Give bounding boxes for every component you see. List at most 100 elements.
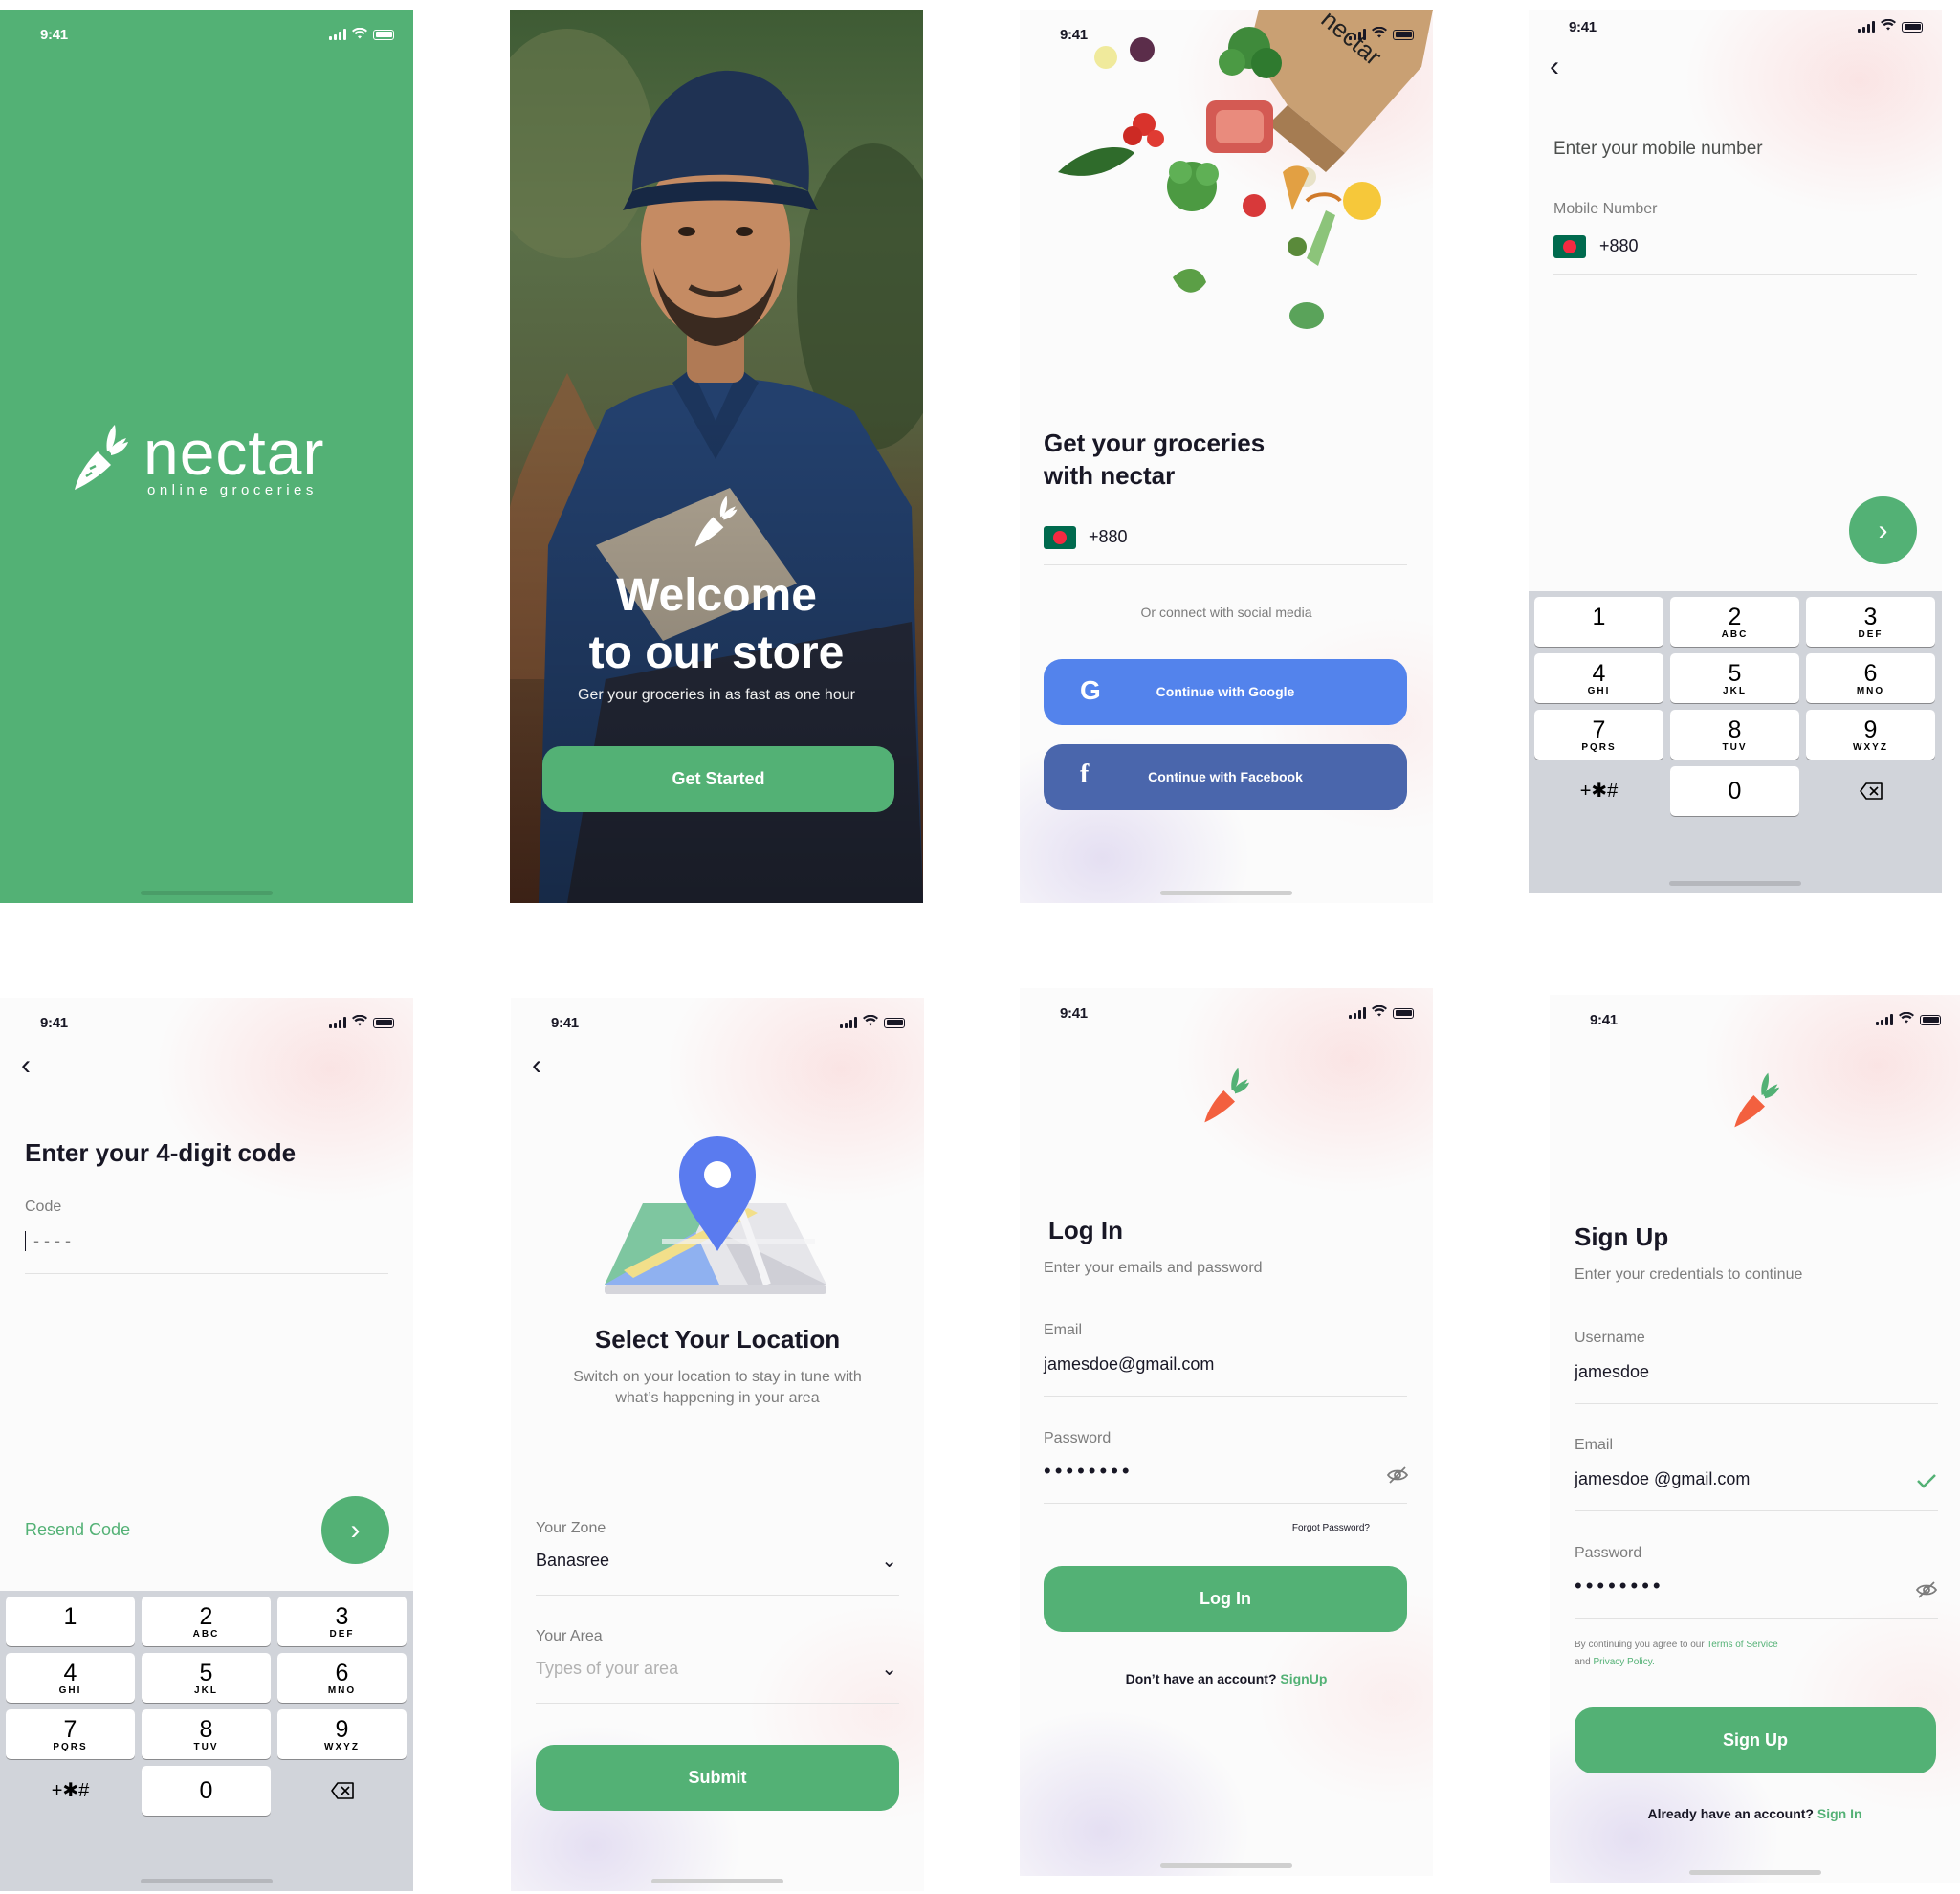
- home-indicator: [141, 891, 273, 895]
- wifi-icon: [1899, 1011, 1914, 1028]
- country-code[interactable]: +880: [1089, 527, 1128, 547]
- signin-screen: nectar 9:41 Get your groceries with nect…: [1020, 10, 1433, 903]
- terms-link[interactable]: Terms of Service: [1707, 1640, 1777, 1650]
- zone-select[interactable]: Banasree ⌄: [536, 1551, 899, 1585]
- email-input[interactable]: jamesdoe@gmail.com: [1044, 1354, 1214, 1375]
- keypad-key-8[interactable]: 8 TUV: [142, 1709, 271, 1759]
- phone-underline: [1044, 564, 1407, 565]
- battery-icon: [1393, 29, 1414, 40]
- keypad-symbols-key[interactable]: +✱#: [6, 1766, 135, 1816]
- keypad-key-9[interactable]: 9 WXYZ: [1806, 710, 1935, 760]
- login-subtitle: Enter your emails and password: [1044, 1260, 1263, 1276]
- google-button[interactable]: G Continue with Google: [1044, 659, 1407, 725]
- signup-password-underline: [1575, 1618, 1938, 1619]
- login-button[interactable]: Log In: [1044, 1566, 1407, 1632]
- keypad-key-2[interactable]: 2 ABC: [1670, 597, 1799, 647]
- keypad-key-2[interactable]: 2 ABC: [142, 1597, 271, 1646]
- password-label: Password: [1044, 1430, 1112, 1446]
- welcome-screen: Welcome to our store Ger your groceries …: [510, 10, 923, 903]
- welcome-title-line2: to our store: [588, 628, 845, 678]
- login-title: Log In: [1048, 1216, 1123, 1244]
- status-bar: 9:41: [1020, 988, 1433, 1030]
- keypad-key-3[interactable]: 3 DEF: [1806, 597, 1935, 647]
- eye-off-icon[interactable]: [1915, 1581, 1938, 1603]
- check-icon: [1916, 1473, 1937, 1493]
- signin-link[interactable]: Sign In: [1817, 1806, 1862, 1821]
- keypad-key-1[interactable]: 1: [6, 1597, 135, 1646]
- keypad-key-6[interactable]: 6 MNO: [277, 1653, 407, 1703]
- wifi-icon: [352, 27, 367, 41]
- back-chevron-icon[interactable]: ‹: [1550, 53, 1559, 81]
- signal-icon: [1349, 29, 1366, 40]
- facebook-button[interactable]: f Continue with Facebook: [1044, 744, 1407, 810]
- back-chevron-icon[interactable]: ‹: [21, 1051, 31, 1080]
- resend-code-link[interactable]: Resend Code: [25, 1520, 130, 1540]
- location-title: Select Your Location: [594, 1325, 841, 1354]
- keypad-key-7[interactable]: 7 PQRS: [6, 1709, 135, 1759]
- keypad-key-0[interactable]: 0: [1670, 766, 1799, 816]
- mobile-input[interactable]: +880: [1599, 236, 1641, 256]
- chevron-down-icon: ⌄: [881, 1659, 897, 1680]
- forgot-password-link[interactable]: Forgot Password?: [1292, 1523, 1370, 1533]
- battery-icon: [1920, 1014, 1941, 1025]
- carrot-logo-icon: [1204, 1068, 1249, 1123]
- signup-prompt: Don’t have an account? SignUp: [1125, 1671, 1328, 1686]
- get-started-button[interactable]: Get Started: [542, 746, 894, 812]
- status-bar: 9:41: [0, 998, 413, 1040]
- submit-button[interactable]: Submit: [536, 1745, 899, 1811]
- keypad-key-9[interactable]: 9 WXYZ: [277, 1709, 407, 1759]
- signup-password-input[interactable]: ••••••••: [1575, 1574, 1664, 1598]
- area-select[interactable]: Types of your area ⌄: [536, 1659, 899, 1693]
- home-indicator: [141, 1879, 273, 1883]
- keypad-key-3[interactable]: 3 DEF: [277, 1597, 407, 1646]
- keypad-key-4[interactable]: 4 GHI: [1534, 653, 1663, 703]
- battery-icon: [373, 29, 394, 40]
- zone-label: Your Zone: [536, 1520, 606, 1536]
- signup-link[interactable]: SignUp: [1280, 1671, 1327, 1686]
- home-indicator: [1160, 891, 1292, 895]
- wifi-icon: [863, 1014, 878, 1031]
- keypad-key-7[interactable]: 7 PQRS: [1534, 710, 1663, 760]
- bangladesh-flag-icon[interactable]: [1553, 235, 1586, 258]
- signup-subtitle: Enter your credentials to continue: [1575, 1266, 1803, 1283]
- terms-text: By continuing you agree to our Terms of …: [1575, 1640, 1778, 1667]
- splash-screen: 9:41 nectar online groceries: [0, 10, 413, 903]
- mobile-field-label: Mobile Number: [1553, 201, 1658, 217]
- social-divider-text: Or connect with social media: [1140, 605, 1312, 620]
- keypad-key-5[interactable]: 5 JKL: [1670, 653, 1799, 703]
- code-title: Enter your 4-digit code: [25, 1138, 297, 1167]
- chevron-down-icon: ⌄: [881, 1551, 897, 1572]
- status-bar: 9:41: [511, 998, 924, 1040]
- keypad-key-1[interactable]: 1: [1534, 597, 1663, 647]
- code-field-label: Code: [25, 1199, 62, 1215]
- privacy-link[interactable]: Privacy Policy.: [1593, 1657, 1654, 1667]
- keypad-key-8[interactable]: 8 TUV: [1670, 710, 1799, 760]
- email-label: Email: [1044, 1322, 1083, 1338]
- signin-prompt: Already have an account? Sign In: [1647, 1806, 1862, 1821]
- code-input[interactable]: - - - -: [25, 1231, 71, 1251]
- signup-password-label: Password: [1575, 1545, 1642, 1561]
- login-screen: 9:41 Log In Enter your emails and passwo…: [1020, 988, 1433, 1876]
- numeric-keypad: 1 2 ABC 3 DEF 4 GHI 5 JKL 6 MNO 7 PQRS 8 TUV 9 WXYZ +✱# 0: [1529, 591, 1942, 893]
- keypad-key-6[interactable]: 6 MNO: [1806, 653, 1935, 703]
- wifi-icon: [1372, 1004, 1387, 1022]
- keypad-key-4[interactable]: 4 GHI: [6, 1653, 135, 1703]
- backspace-icon[interactable]: [277, 1766, 407, 1816]
- back-chevron-icon[interactable]: ‹: [532, 1051, 541, 1080]
- username-input[interactable]: jamesdoe: [1575, 1362, 1649, 1382]
- status-bar: 9:41: [0, 10, 413, 52]
- keypad-key-0[interactable]: 0: [142, 1766, 271, 1816]
- bangladesh-flag-icon[interactable]: [1044, 526, 1076, 549]
- next-button[interactable]: ›: [321, 1496, 389, 1564]
- carrot-logo-icon: [75, 425, 128, 490]
- select-location-screen: 9:41 ‹ Select Your Location Switch on yo…: [511, 998, 924, 1891]
- keypad-key-5[interactable]: 5 JKL: [142, 1653, 271, 1703]
- signup-screen: 9:41 Sign Up Enter your credentials to c…: [1550, 995, 1960, 1883]
- backspace-icon[interactable]: [1806, 766, 1935, 816]
- next-button[interactable]: ›: [1849, 496, 1917, 564]
- keypad-symbols-key[interactable]: +✱#: [1534, 766, 1663, 816]
- signup-email-input[interactable]: jamesdoe @gmail.com: [1575, 1469, 1750, 1489]
- eye-off-icon[interactable]: [1386, 1466, 1409, 1488]
- password-input[interactable]: ••••••••: [1044, 1459, 1134, 1484]
- signup-button[interactable]: Sign Up: [1575, 1707, 1936, 1773]
